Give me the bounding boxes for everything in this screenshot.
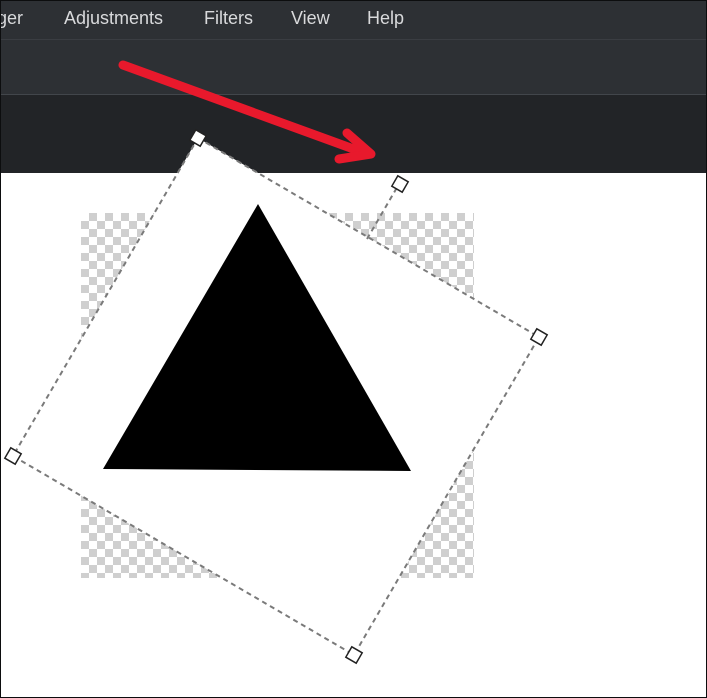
app-window: ger Adjustments Filters View Help bbox=[0, 0, 707, 698]
annotation-arrow bbox=[118, 60, 364, 156]
rotate-handle[interactable] bbox=[390, 174, 410, 194]
rotate-handle-line bbox=[366, 183, 400, 240]
canvas-overlay bbox=[3, 60, 549, 665]
